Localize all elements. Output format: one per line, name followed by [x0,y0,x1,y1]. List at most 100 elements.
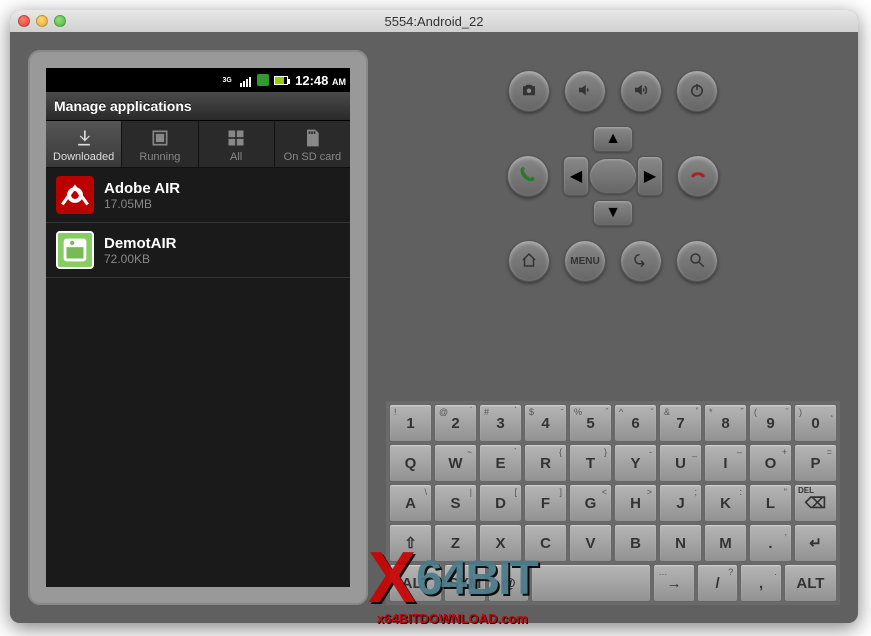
emulator-body: 3G 12:48 AM Manage applications Download… [10,32,858,623]
tab-label: Running [122,151,197,163]
key-y[interactable]: -Y [614,444,657,482]
app-icon [56,231,94,269]
app-row[interactable]: Adobe AIR 17.05MB [46,168,350,223]
home-button[interactable] [508,240,550,282]
tab-downloaded[interactable]: Downloaded [46,121,122,168]
network-3g-icon: 3G [219,73,235,87]
key-7[interactable]: &̊7 [659,404,702,442]
key-,[interactable]: ., [740,564,781,602]
dpad-right-button[interactable]: ▶ [637,156,663,196]
volume-down-button[interactable] [564,70,606,112]
camera-button[interactable] [508,70,550,112]
key-↵[interactable]: ↵ [794,524,837,562]
key-i[interactable]: –I [704,444,747,482]
close-icon[interactable] [18,15,30,27]
key-a[interactable]: \A [389,484,432,522]
tab-running[interactable]: Running [122,121,198,168]
power-button[interactable] [676,70,718,112]
key-/[interactable]: ?/ [697,564,738,602]
home-icon [520,251,538,272]
key-alt[interactable]: ALT [784,564,837,602]
key-sym[interactable]: SYM [444,564,485,602]
app-icon [56,176,94,214]
app-size: 72.00KB [104,252,177,266]
key-n[interactable]: N [659,524,702,562]
key-5[interactable]: %̂5 [569,404,612,442]
key-→[interactable]: …→ [653,564,694,602]
key-h[interactable]: >H [614,484,657,522]
key-x[interactable]: X [479,524,522,562]
search-button[interactable] [676,240,718,282]
battery-icon [273,73,289,87]
window-title: 5554:Android_22 [10,14,858,29]
back-button[interactable] [620,240,662,282]
key-z[interactable]: Z [434,524,477,562]
key-3[interactable]: #̀3 [479,404,522,442]
running-icon [122,127,197,149]
endcall-button[interactable] [677,155,719,197]
key-v[interactable]: V [569,524,612,562]
dpad-up-button[interactable]: ▲ [593,126,633,152]
key-del[interactable]: ⌫DEL [794,484,837,522]
hardware-buttons: ▲ ▼ ◀ ▶ MENU [386,50,840,292]
key-.[interactable]: ,. [749,524,792,562]
key-o[interactable]: +O [749,444,792,482]
key-alt[interactable]: ALT [389,564,442,602]
titlebar: 5554:Android_22 [10,10,858,32]
window-controls [18,15,66,27]
key-l[interactable]: "L [749,484,792,522]
app-list[interactable]: Adobe AIR 17.05MB DemotAIR 72.00KB [46,168,350,587]
zoom-icon[interactable] [54,15,66,27]
dpad: ▲ ▼ ◀ ▶ [563,126,663,226]
key-s[interactable]: |S [434,484,477,522]
key-0[interactable]: )̨0 [794,404,837,442]
tab-on-sd-card[interactable]: On SD card [275,121,350,168]
key-t[interactable]: }T [569,444,612,482]
key-m[interactable]: M [704,524,747,562]
key-1[interactable]: !1 [389,404,432,442]
status-bar: 3G 12:48 AM [46,68,350,92]
app-info: DemotAIR 72.00KB [104,235,177,266]
device-frame: 3G 12:48 AM Manage applications Download… [28,50,368,605]
key-4[interactable]: $̄4 [524,404,567,442]
tab-all[interactable]: All [199,121,275,168]
key-p[interactable]: =P [794,444,837,482]
key-8[interactable]: *̋8 [704,404,747,442]
call-button[interactable] [507,155,549,197]
menu-button[interactable]: MENU [564,240,606,282]
app-info: Adobe AIR 17.05MB [104,180,180,211]
key-g[interactable]: <G [569,484,612,522]
key-space[interactable] [531,564,651,602]
key-c[interactable]: C [524,524,567,562]
app-row[interactable]: DemotAIR 72.00KB [46,223,350,278]
grid-icon [199,127,274,149]
key-k[interactable]: :K [704,484,747,522]
tab-label: All [199,151,274,163]
minimize-icon[interactable] [36,15,48,27]
device-screen[interactable]: 3G 12:48 AM Manage applications Download… [46,68,350,587]
key-⇧[interactable]: ⇧ [389,524,432,562]
dpad-left-button[interactable]: ◀ [563,156,589,196]
key-w[interactable]: ~W [434,444,477,482]
download-icon [46,127,121,149]
key-6[interactable]: ^̆6 [614,404,657,442]
signal-icon [237,73,253,87]
key-f[interactable]: ]F [524,484,567,522]
key-2[interactable]: @́2 [434,404,477,442]
key-d[interactable]: [D [479,484,522,522]
key-9[interactable]: (̌9 [749,404,792,442]
search-icon [688,251,706,272]
key-r[interactable]: {R [524,444,567,482]
page-title: Manage applications [46,92,350,121]
key-@[interactable]: '@ [488,564,529,602]
dpad-down-button[interactable]: ▼ [593,200,633,226]
key-u[interactable]: _U [659,444,702,482]
key-q[interactable]: Q [389,444,432,482]
key-e[interactable]: `E [479,444,522,482]
app-size: 17.05MB [104,197,180,211]
dpad-center-button[interactable] [589,158,637,194]
tab-label: On SD card [275,151,350,163]
key-b[interactable]: B [614,524,657,562]
volume-up-button[interactable] [620,70,662,112]
key-j[interactable]: ;J [659,484,702,522]
